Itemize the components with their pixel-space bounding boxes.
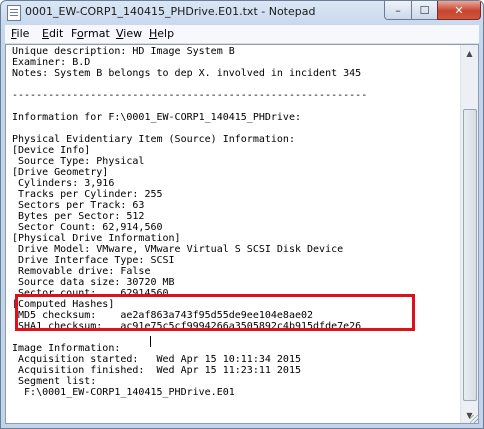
menu-edit-mnemonic: E bbox=[42, 27, 49, 40]
maximize-button[interactable]: ☐ bbox=[411, 1, 438, 20]
menu-edit[interactable]: Edit bbox=[42, 27, 63, 40]
text-line: ----------------------------------------… bbox=[12, 90, 368, 101]
text-line: Cylinders: 3,916 bbox=[12, 178, 115, 189]
text-line: [Physical Drive Information] bbox=[12, 233, 181, 244]
text-line: SHA1 checksum: ac91e75c5cf9994266a350589… bbox=[12, 321, 362, 332]
text-line: MD5 checksum: ae2af863a743f95d55de9ee104… bbox=[12, 310, 314, 321]
text-line: Sectors per Track: 63 bbox=[12, 200, 145, 211]
text-line: Image Information: bbox=[12, 343, 121, 354]
vertical-scrollbar[interactable]: ▲ ▼ bbox=[460, 45, 478, 423]
menu-format-rest: rmat bbox=[83, 27, 110, 40]
menu-help[interactable]: Help bbox=[149, 27, 174, 40]
text-line: Drive Model: VMware, VMware Virtual S SC… bbox=[12, 244, 344, 255]
text-line: Acquisition finished: Wed Apr 15 11:23:1… bbox=[12, 365, 301, 376]
menu-bar: File Edit Format View Help bbox=[5, 25, 479, 44]
resize-grip-icon[interactable] bbox=[470, 415, 478, 423]
text-line bbox=[12, 101, 462, 112]
title-bar[interactable]: 0001_EW-CORP1_140415_PHDrive.E01.txt - N… bbox=[1, 1, 483, 23]
text-line bbox=[12, 332, 462, 343]
text-editor[interactable]: Unique description: HD Image System B Ex… bbox=[5, 44, 479, 424]
menu-file-rest: ile bbox=[16, 27, 30, 40]
menu-help-rest: elp bbox=[157, 27, 175, 40]
text-line: [Device Info] bbox=[12, 145, 91, 156]
menu-edit-rest: dit bbox=[48, 27, 64, 40]
text-line: [Computed Hashes] bbox=[12, 299, 115, 310]
text-line: Acquisition started: Wed Apr 15 10:11:34… bbox=[12, 354, 301, 365]
text-line: Examiner: B.D bbox=[12, 57, 91, 68]
text-line: Segment list: bbox=[12, 376, 97, 387]
text-line: Physical Evidentiary Item (Source) Infor… bbox=[12, 134, 295, 145]
text-line: Information for F:\0001_EW-CORP1_140415_… bbox=[12, 112, 301, 123]
text-line bbox=[12, 79, 462, 90]
notepad-icon bbox=[7, 5, 21, 21]
text-line: Source Type: Physical bbox=[12, 156, 145, 167]
menu-view[interactable]: View bbox=[116, 27, 142, 40]
text-line: Sector Count: 62,914,560 bbox=[12, 222, 163, 233]
document-text[interactable]: Unique description: HD Image System B Ex… bbox=[12, 46, 462, 424]
text-line: Source data size: 30720 MB bbox=[12, 277, 175, 288]
menu-format-mnemonic: o bbox=[76, 27, 84, 40]
text-caret bbox=[150, 336, 151, 347]
text-line: Unique description: HD Image System B bbox=[12, 46, 235, 57]
text-line bbox=[12, 123, 462, 134]
text-line: F:\0001_EW-CORP1_140415_PHDrive.E01 bbox=[12, 387, 235, 398]
text-line: Bytes per Sector: 512 bbox=[12, 211, 145, 222]
text-line: Sector count: 62914560 bbox=[12, 288, 169, 299]
menu-file[interactable]: File bbox=[11, 27, 29, 40]
minimize-button[interactable]: – bbox=[384, 1, 412, 20]
scrollbar-thumb[interactable] bbox=[463, 109, 477, 401]
text-line: Drive Interface Type: SCSI bbox=[12, 255, 175, 266]
text-line: [Drive Geometry] bbox=[12, 167, 109, 178]
close-button[interactable]: ✕ bbox=[437, 1, 481, 20]
window-title: 0001_EW-CORP1_140415_PHDrive.E01.txt - N… bbox=[25, 5, 316, 18]
notepad-window: 0001_EW-CORP1_140415_PHDrive.E01.txt - N… bbox=[0, 0, 484, 429]
text-line: Notes: System B belongs to dep X. involv… bbox=[12, 68, 362, 79]
menu-format[interactable]: Format bbox=[71, 27, 110, 40]
text-line: Removable drive: False bbox=[12, 266, 151, 277]
text-line: Tracks per Cylinder: 255 bbox=[12, 189, 163, 200]
scroll-up-arrow-icon[interactable]: ▲ bbox=[462, 45, 477, 61]
menu-view-rest: iew bbox=[123, 27, 143, 40]
